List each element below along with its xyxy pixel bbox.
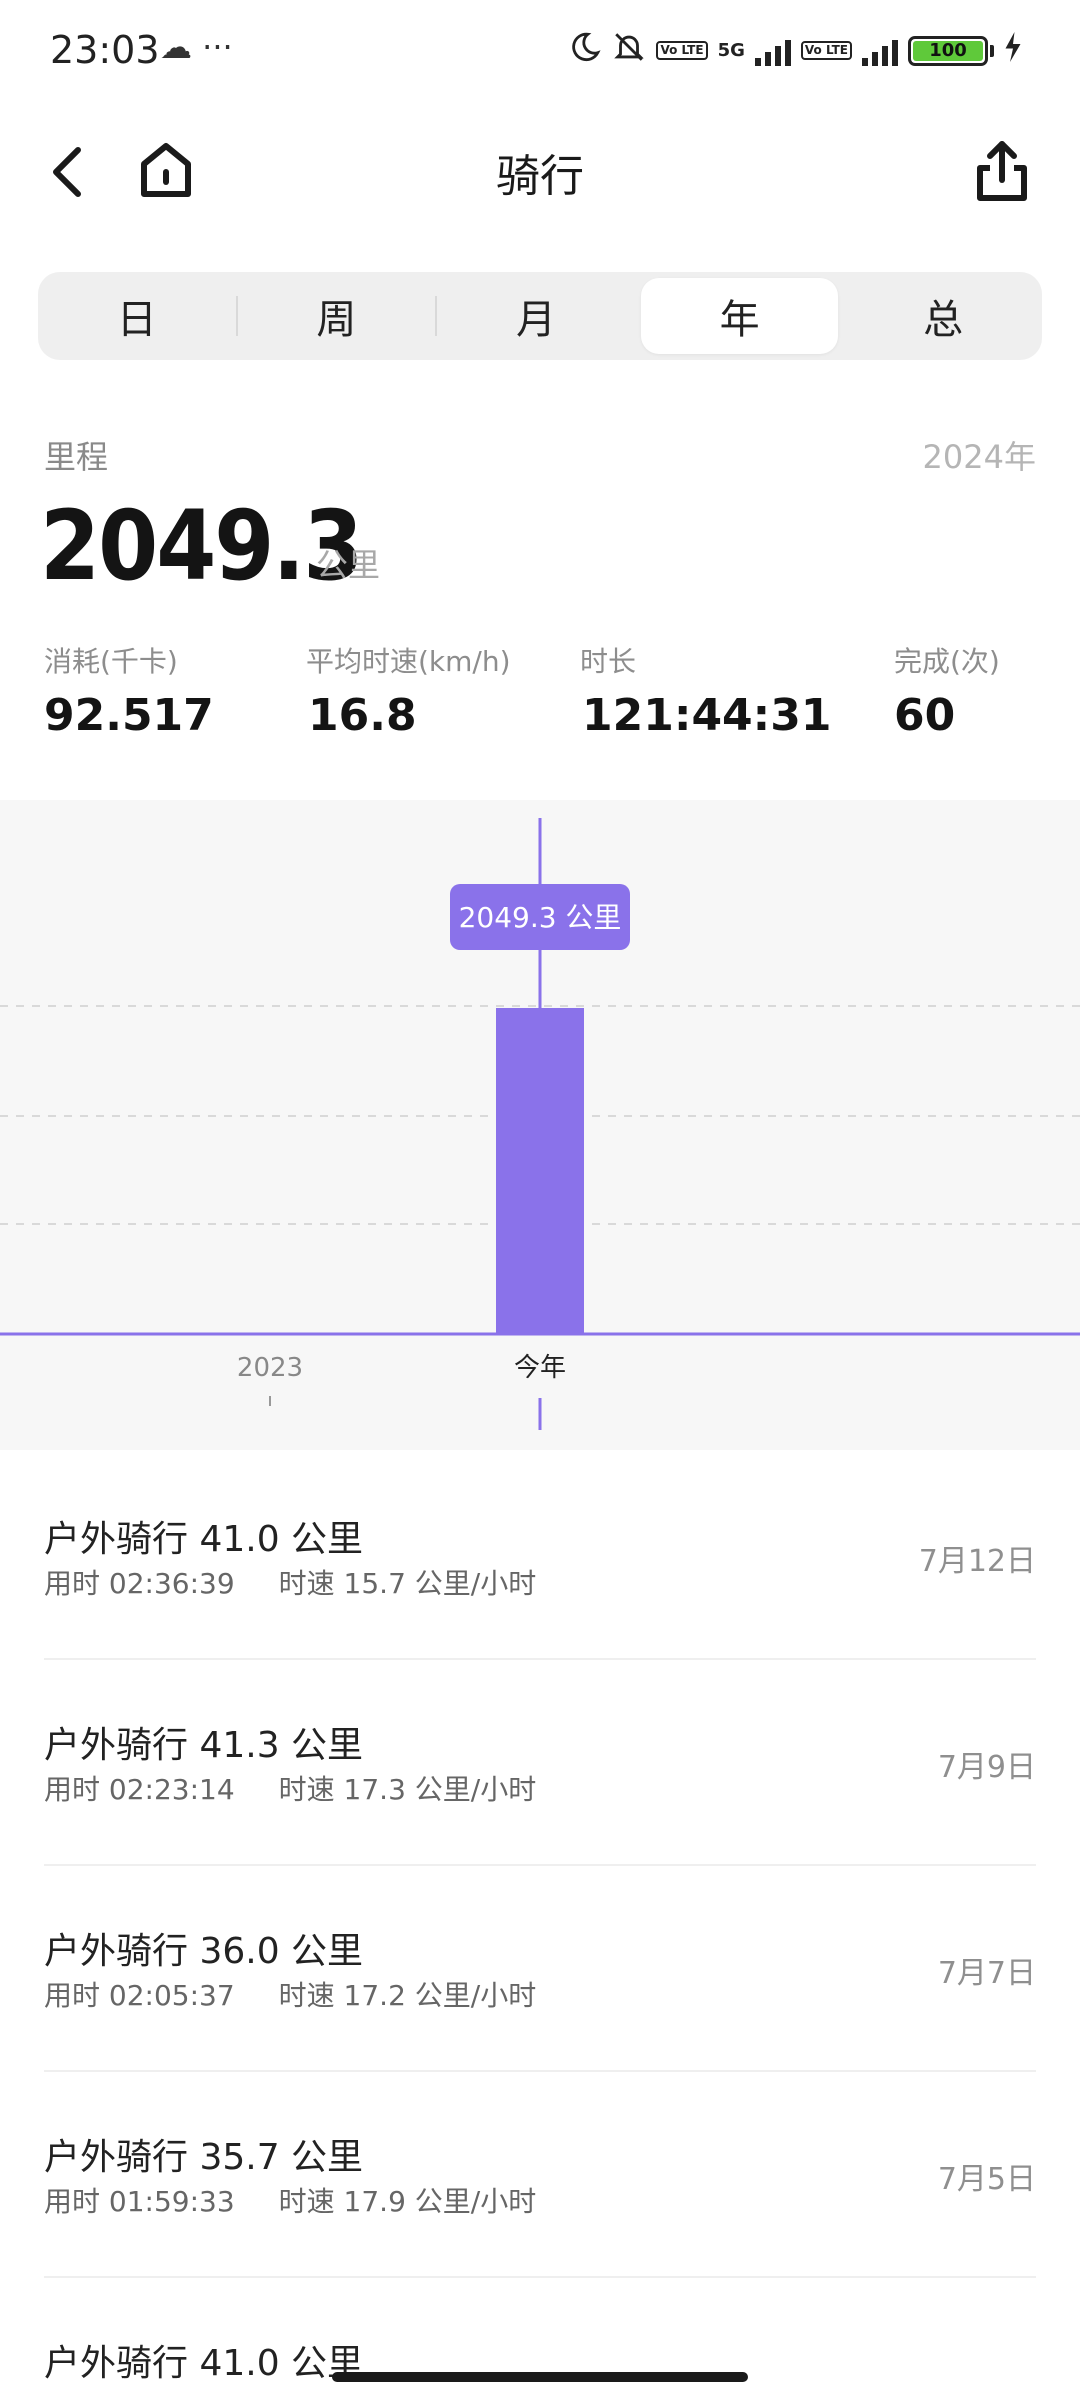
duration-label: 时长: [580, 645, 637, 678]
mute-bell-icon: [612, 30, 646, 71]
activity-title: 户外骑行 41.0 公里: [44, 1519, 364, 1560]
activity-date: 7月5日: [937, 2162, 1036, 2197]
network-5g-icon: 5G: [717, 40, 745, 61]
activity-speed: 时速 17.3 公里/小时: [278, 1773, 537, 1806]
distance-value: 2049.3: [40, 490, 363, 602]
moon-icon: [568, 30, 602, 71]
share-button[interactable]: [970, 134, 1034, 206]
calories-label: 消耗(千卡): [44, 645, 178, 678]
list-item[interactable]: 户外骑行 41.3 公里 用时 02:23:14 时速 17.3 公里/小时 7月…: [44, 1658, 1036, 1866]
battery-level: 100: [913, 40, 983, 61]
x-tick-label: 2023: [237, 1353, 303, 1383]
page-title: 骑行: [496, 151, 584, 202]
activity-title: 户外骑行 41.0 公里: [44, 2343, 364, 2384]
duration-value: 121:44:31: [582, 690, 832, 741]
activity-details: 用时 01:59:33 时速 17.9 公里/小时: [44, 2180, 536, 2220]
tab-year[interactable]: 年: [640, 278, 839, 354]
tab-month[interactable]: 月: [437, 278, 635, 354]
calories-value: 92.517: [44, 690, 214, 741]
activity-speed: 时速 17.9 公里/小时: [278, 2185, 537, 2218]
distance-chart[interactable]: 2023 今年 2049.3 公里: [0, 800, 1080, 1450]
signal-icon-2: [862, 36, 898, 66]
home-indicator[interactable]: [332, 2372, 748, 2382]
completed-label: 完成(次): [894, 645, 1000, 678]
activity-duration: 用时 02:05:37: [44, 1979, 235, 2012]
signal-icon: [754, 36, 791, 66]
activity-details: 用时 02:23:14 时速 17.3 公里/小时: [44, 1768, 536, 1808]
battery-icon: 100: [908, 35, 994, 66]
activity-title: 户外骑行 41.3 公里: [44, 1725, 364, 1766]
bar-今年: [496, 1008, 584, 1334]
volte-icon: Vo LTE: [656, 41, 708, 60]
x-tick-label: 今年: [514, 1353, 566, 1383]
activity-duration: 用时 01:59:33: [44, 2185, 235, 2218]
list-item[interactable]: 户外骑行 41.0 公里 用时 02:36:39 时速 15.7 公里/小时 7月…: [44, 1452, 1036, 1660]
activity-speed: 时速 15.7 公里/小时: [278, 1567, 537, 1600]
tooltip-text: 2049.3 公里: [459, 901, 622, 934]
period-tab-bar: 日 周 月 年 总: [38, 272, 1042, 360]
activity-date: 7月12日: [918, 1544, 1036, 1579]
year-label: 2024年: [922, 438, 1036, 476]
completed-value: 60: [894, 690, 956, 741]
tab-total[interactable]: 总: [844, 278, 1042, 354]
activity-title: 户外骑行 35.7 公里: [44, 2137, 364, 2178]
activity-duration: 用时 02:23:14: [44, 1773, 235, 1806]
volte-icon-2: Vo LTE: [800, 41, 852, 60]
distance-label: 里程: [44, 438, 109, 476]
status-time: 23:03: [50, 28, 160, 72]
charging-icon: [1004, 32, 1022, 69]
list-item[interactable]: 户外骑行 35.7 公里 用时 01:59:33 时速 17.9 公里/小时 7月…: [44, 2070, 1036, 2278]
share-icon: [977, 141, 1027, 201]
activity-duration: 用时 02:36:39: [44, 1567, 235, 1600]
distance-unit: 公里: [316, 546, 381, 584]
activity-title: 户外骑行 36.0 公里: [44, 1931, 364, 1972]
chart-canvas[interactable]: 2023 今年 2049.3 公里: [0, 800, 1080, 1450]
status-cloud-more-icons: ☁ ···: [160, 28, 233, 66]
activity-date: 7月7日: [937, 1956, 1036, 1991]
list-item[interactable]: 户外骑行 36.0 公里 用时 02:05:37 时速 17.2 公里/小时 7月…: [44, 1864, 1036, 2072]
activity-details: 用时 02:05:37 时速 17.2 公里/小时: [44, 1974, 536, 2014]
activity-details: 用时 02:36:39 时速 15.7 公里/小时: [44, 1562, 536, 1602]
avg-speed-label: 平均时速(km/h): [306, 645, 511, 678]
tab-week[interactable]: 周: [238, 278, 436, 354]
status-right-icons: Vo LTE 5G Vo LTE 100: [568, 30, 1022, 71]
tab-day[interactable]: 日: [38, 278, 236, 354]
avg-speed-value: 16.8: [308, 690, 417, 741]
activity-date: 7月9日: [937, 1750, 1036, 1785]
activity-speed: 时速 17.2 公里/小时: [278, 1979, 537, 2012]
list-item[interactable]: 户外骑行 41.0 公里: [44, 2276, 1036, 2386]
